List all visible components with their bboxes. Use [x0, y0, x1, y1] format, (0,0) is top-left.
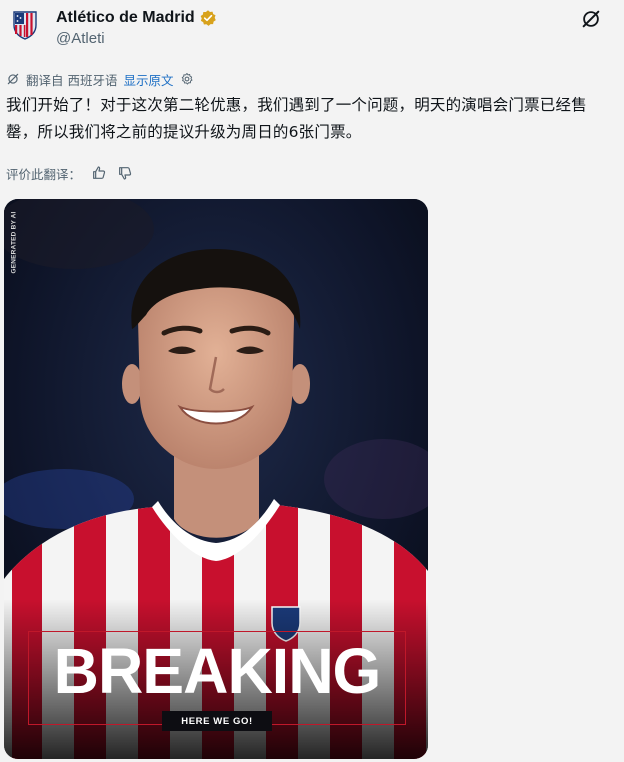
- translation-bar: 翻译自 西班牙语 显示原文: [6, 70, 194, 88]
- thumbs-up-icon[interactable]: [91, 165, 107, 181]
- avatar[interactable]: [8, 8, 42, 42]
- author-handle[interactable]: @Atleti: [56, 30, 105, 47]
- thumbs-down-icon[interactable]: [117, 165, 133, 181]
- rate-translation-row: 评价此翻译：: [6, 163, 133, 183]
- gear-icon[interactable]: [180, 72, 194, 86]
- grok-icon[interactable]: [580, 8, 602, 30]
- atletico-crest-icon: [13, 11, 37, 40]
- author-name-row[interactable]: Atlético de Madrid: [56, 7, 217, 29]
- tweet-card: Atlético de Madrid @Atleti 翻译自 西班牙语 显示原文…: [0, 0, 624, 762]
- media-image[interactable]: GENERATED BY AI BREAKING HERE WE GO!: [4, 199, 428, 759]
- verified-badge-icon: [200, 10, 216, 26]
- rate-translation-label: 评价此翻译：: [6, 166, 82, 182]
- translated-from-label: 翻译自 西班牙语: [26, 72, 118, 88]
- here-we-go-tagline: HERE WE GO!: [181, 716, 253, 727]
- ai-generated-text: GENERATED BY AI: [10, 210, 18, 274]
- grok-small-icon: [7, 73, 19, 85]
- post-text: 我们开始了！对于这次第二轮优惠，我们遇到了一个问题，明天的演唱会门票已经售罄，所…: [6, 96, 587, 141]
- author-display-name[interactable]: Atlético de Madrid: [56, 9, 195, 27]
- breaking-headline: BREAKING: [53, 635, 382, 707]
- show-original-link[interactable]: 显示原文: [123, 70, 173, 89]
- ai-generated-tag: GENERATED BY AI: [6, 207, 22, 277]
